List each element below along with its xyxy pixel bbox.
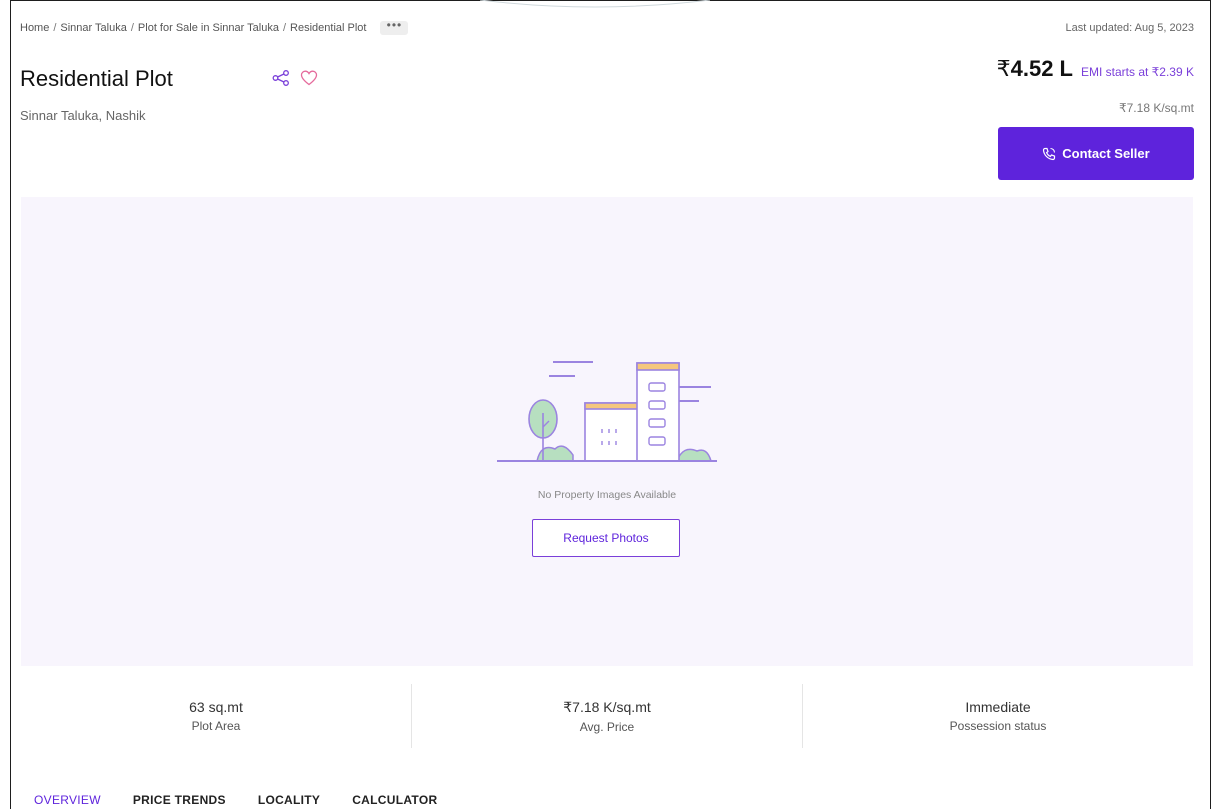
page-title: Residential Plot (20, 66, 173, 91)
breadcrumb-category[interactable]: Plot for Sale in Sinnar Taluka (138, 22, 279, 34)
stat-plot-area: 63 sq.mt Plot Area (21, 684, 412, 748)
property-stats: 63 sq.mt Plot Area ₹7.18 K/sq.mt Avg. Pr… (21, 684, 1193, 748)
property-price: ₹4.52 L (997, 56, 1073, 82)
stat-label: Possession status (949, 719, 1047, 733)
tab-price-trends[interactable]: PRICE TRENDS (133, 793, 226, 807)
last-updated: Last updated: Aug 5, 2023 (1065, 22, 1194, 34)
breadcrumb-locality[interactable]: Sinnar Taluka (60, 22, 126, 34)
breadcrumb-home[interactable]: Home (20, 22, 49, 34)
stat-possession: Immediate Possession status (803, 684, 1193, 748)
section-tabs: OVERVIEW PRICE TRENDS LOCALITY CALCULATO… (34, 793, 437, 807)
phone-icon (1043, 147, 1056, 160)
breadcrumb: Home / Sinnar Taluka / Plot for Sale in … (20, 19, 409, 35)
breadcrumb-separator: / (53, 22, 57, 34)
heart-icon[interactable] (300, 69, 318, 87)
breadcrumb-more-button[interactable]: ••• (380, 19, 409, 35)
stat-value: ₹7.18 K/sq.mt (563, 698, 651, 715)
currency-symbol: ₹ (996, 56, 1011, 81)
contact-seller-button[interactable]: Contact Seller (998, 127, 1194, 180)
price-row: ₹4.52 L EMI starts at ₹2.39 K (997, 56, 1194, 82)
no-images-text: No Property Images Available (537, 489, 677, 501)
emi-link[interactable]: EMI starts at ₹2.39 K (1081, 65, 1194, 79)
price-value: 4.52 L (1010, 56, 1073, 81)
contact-seller-label: Contact Seller (1062, 146, 1150, 161)
property-media: No Property Images Available Request Pho… (21, 197, 1193, 666)
breadcrumb-separator: / (282, 22, 287, 34)
stat-label: Avg. Price (579, 719, 635, 734)
tab-calculator[interactable]: CALCULATOR (352, 793, 437, 807)
share-icon[interactable] (272, 70, 290, 86)
request-photos-button[interactable]: Request Photos (532, 519, 680, 557)
tab-overview[interactable]: OVERVIEW (34, 793, 101, 807)
stat-avg-price: ₹7.18 K/sq.mt Avg. Price (412, 684, 803, 748)
stat-value: 63 sq.mt (189, 699, 243, 715)
tab-locality[interactable]: LOCALITY (258, 793, 320, 807)
property-location: Sinnar Taluka, Nashik (20, 108, 146, 123)
breadcrumb-current: Residential Plot (290, 22, 367, 34)
stat-value: Immediate (965, 699, 1031, 715)
price-per-unit: ₹7.18 K/sq.mt (1119, 101, 1194, 115)
decorative-arc (480, 0, 710, 8)
breadcrumb-separator: / (130, 22, 134, 34)
stat-label: Plot Area (191, 719, 241, 733)
building-illustration (497, 361, 717, 462)
